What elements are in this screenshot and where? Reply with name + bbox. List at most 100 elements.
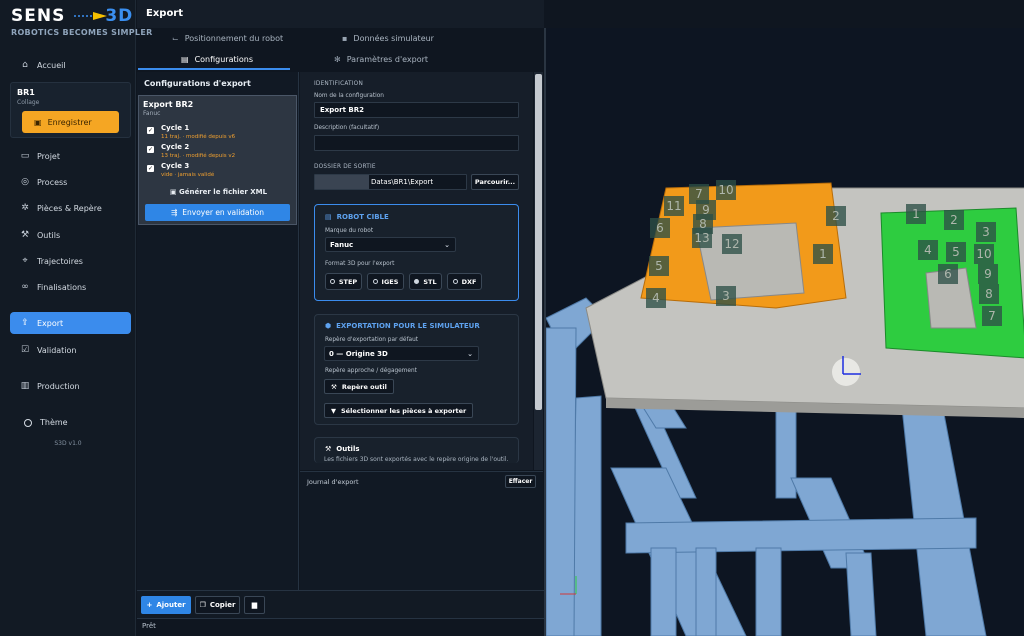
orange-part-number-label: 3 bbox=[716, 286, 736, 306]
orange-part-number-label: 5 bbox=[649, 256, 669, 276]
select-parts-button[interactable]: ▼ Sélectionner les pièces à exporter bbox=[324, 403, 474, 418]
cycle-checkbox[interactable]: ✓ bbox=[147, 146, 154, 153]
cycle-status: 13 traj. · modifié depuis v2 bbox=[161, 153, 236, 159]
green-part-number-label: 8 bbox=[979, 284, 999, 304]
simulator-export-section: ⬢ EXPORTATION POUR LE SIMULATEUR Repère d… bbox=[314, 314, 519, 425]
frame-leg bbox=[695, 547, 717, 636]
tools-section: ⚒ Outils Les fichiers 3D sont exportés av… bbox=[314, 437, 519, 463]
chevron-down-icon: ⌄ bbox=[467, 350, 473, 358]
top-bar: Export bbox=[137, 0, 544, 28]
robot-brand-select[interactable]: Fanuc ⌄ bbox=[325, 237, 456, 252]
copy-button[interactable]: ❐ Copier bbox=[195, 596, 240, 614]
scrollbar-thumb[interactable] bbox=[535, 74, 542, 410]
simulator-export-title: ⬢ EXPORTATION POUR LE SIMULATEUR bbox=[325, 322, 480, 330]
send-icon: ⇶ bbox=[170, 208, 178, 217]
bottom-toolbar: + Ajouter ❐ Copier ▆ bbox=[137, 590, 544, 618]
tab-sim-data[interactable]: ▪ Données simulateur bbox=[342, 34, 434, 43]
cycle-checkbox[interactable]: ✓ bbox=[147, 165, 154, 172]
wrench-icon: ⚒ bbox=[20, 230, 30, 240]
add-button[interactable]: + Ajouter bbox=[141, 596, 191, 614]
robot-target-section: ▤ ROBOT CIBLE Marque du robot Fanuc ⌄ Form… bbox=[314, 204, 519, 301]
robot-arm-icon: ⌙ bbox=[172, 34, 179, 43]
green-part-number-label: 10 bbox=[974, 244, 994, 264]
format-iges-option[interactable]: IGES bbox=[367, 273, 404, 290]
location-pin-icon: ⌖ bbox=[22, 256, 28, 266]
nav-export[interactable]: ⇪ Export bbox=[10, 312, 131, 334]
trash-icon: ▆ bbox=[251, 601, 258, 609]
nav-parts[interactable]: ✲ Pièces & Repère bbox=[10, 197, 131, 219]
nav-trajectories[interactable]: ⌖ Trajectoires bbox=[10, 250, 131, 272]
settings-icon: ✻ bbox=[334, 55, 341, 64]
home-icon: ⌂ bbox=[22, 60, 28, 70]
frame-leg bbox=[775, 402, 797, 499]
orange-part-number-label: 10 bbox=[716, 180, 736, 200]
frame-leg bbox=[650, 547, 677, 636]
logo-tagline: ROBOTICS BECOMES SIMPLER bbox=[11, 28, 153, 37]
cycle-item[interactable]: ✓ Cycle 2 13 traj. · modifié depuis v2 bbox=[147, 143, 287, 161]
radio-icon bbox=[329, 279, 335, 284]
frame-leg bbox=[546, 327, 577, 636]
approach-label: Repère approche / dégagement bbox=[325, 368, 417, 374]
triangle-down-icon: ▼ bbox=[331, 406, 336, 415]
theme-toggle[interactable]: Thème bbox=[24, 418, 68, 427]
browse-button[interactable]: Parcourir... bbox=[471, 174, 519, 190]
delete-button[interactable]: ▆ bbox=[244, 596, 265, 614]
radio-icon bbox=[372, 279, 378, 284]
nav-finalisations[interactable]: ∞ Finalisations bbox=[10, 276, 131, 298]
logo-arrow-icon bbox=[74, 12, 107, 20]
config-name-input[interactable]: Export BR2 bbox=[314, 102, 519, 118]
format-dxf-option[interactable]: DXF bbox=[447, 273, 482, 290]
nav-process[interactable]: ◎ Process bbox=[10, 171, 131, 193]
clear-journal-button[interactable]: Effacer bbox=[505, 475, 536, 488]
page-title: Export bbox=[146, 8, 184, 19]
tab-configurations[interactable]: ▤ Configurations bbox=[181, 55, 253, 64]
tools-title: ⚒ Outils bbox=[325, 445, 360, 453]
robot-target-title: ▤ ROBOT CIBLE bbox=[325, 213, 389, 221]
orange-part-number-label: 13 bbox=[692, 228, 712, 248]
orange-part-number-label: 11 bbox=[664, 196, 684, 216]
wrench-icon: ⚒ bbox=[331, 382, 337, 391]
format-step-option[interactable]: STEP bbox=[325, 273, 362, 290]
frame-select[interactable]: 0 — Origine 3D ⌄ bbox=[324, 346, 479, 361]
cube-icon: ⬢ bbox=[325, 322, 332, 330]
form-scrollbar[interactable] bbox=[534, 72, 543, 470]
green-part-number-label: 7 bbox=[982, 306, 1002, 326]
tool-frame-button[interactable]: ⚒ Repère outil bbox=[324, 379, 394, 394]
format-stl-option[interactable]: STL bbox=[409, 273, 442, 290]
output-dir-input[interactable]: Datas\BR1\Export bbox=[314, 174, 467, 190]
app-logo: SENS 3D ROBOTICS BECOMES SIMPLER bbox=[11, 6, 152, 42]
frame-leg bbox=[900, 397, 987, 636]
save-button[interactable]: ▣ Enregistrer bbox=[22, 111, 119, 133]
output-dir-label: DOSSIER DE SORTIE bbox=[314, 164, 376, 170]
wrench-icon: ⚒ bbox=[325, 445, 332, 453]
disk-icon: ▪ bbox=[342, 34, 348, 43]
active-tab-indicator bbox=[138, 68, 290, 70]
robot-brand-label: Marque du robot bbox=[325, 228, 374, 234]
nav-validation[interactable]: ☑ Validation bbox=[10, 339, 131, 361]
green-part-number-label: 3 bbox=[976, 222, 996, 242]
project-box: BR1 Collage ▣ Enregistrer bbox=[10, 82, 131, 138]
cycle-name: Cycle 1 bbox=[161, 124, 190, 132]
configurations-title: Configurations d'export bbox=[144, 79, 251, 88]
3d-viewport[interactable]: 10 7 11 9 8 6 13 12 2 5 1 4 3 1 2 3 4 5 10 6 9 8 7 bbox=[544, 28, 1024, 636]
generate-xml-button[interactable]: ▣ Générer le fichier XML bbox=[139, 188, 298, 196]
description-input[interactable] bbox=[314, 135, 519, 151]
orange-part-cutout bbox=[695, 222, 805, 301]
cycle-checkbox[interactable]: ✓ bbox=[147, 127, 154, 134]
tab-positioning[interactable]: ⌙ Positionnement du robot bbox=[172, 34, 283, 43]
cycle-item[interactable]: ✓ Cycle 1 11 traj. · modifié depuis v6 bbox=[147, 124, 287, 142]
tab-export-params[interactable]: ✻ Paramètres d'export bbox=[334, 55, 428, 64]
description-label: Description (facultatif) bbox=[314, 125, 380, 131]
config-card[interactable]: Export BR2 Fanuc ✓ Cycle 1 11 traj. · mo… bbox=[138, 95, 297, 225]
nav-project[interactable]: ▭ Projet bbox=[10, 145, 131, 167]
robot-icon: ▤ bbox=[325, 213, 332, 221]
project-name: BR1 bbox=[17, 88, 35, 97]
nav-home[interactable]: ⌂ Accueil bbox=[10, 54, 131, 76]
scene-render bbox=[546, 182, 1024, 636]
send-validation-button[interactable]: ⇶ Envoyer en validation bbox=[145, 204, 290, 221]
nav-tools[interactable]: ⚒ Outils bbox=[10, 224, 131, 246]
journal-label: Journal d'export bbox=[307, 478, 359, 486]
cycle-item[interactable]: ✓ Cycle 3 vide · jamais validé bbox=[147, 162, 287, 180]
nav-production[interactable]: ▥ Production bbox=[10, 375, 131, 397]
frame-crossbar bbox=[625, 517, 977, 554]
